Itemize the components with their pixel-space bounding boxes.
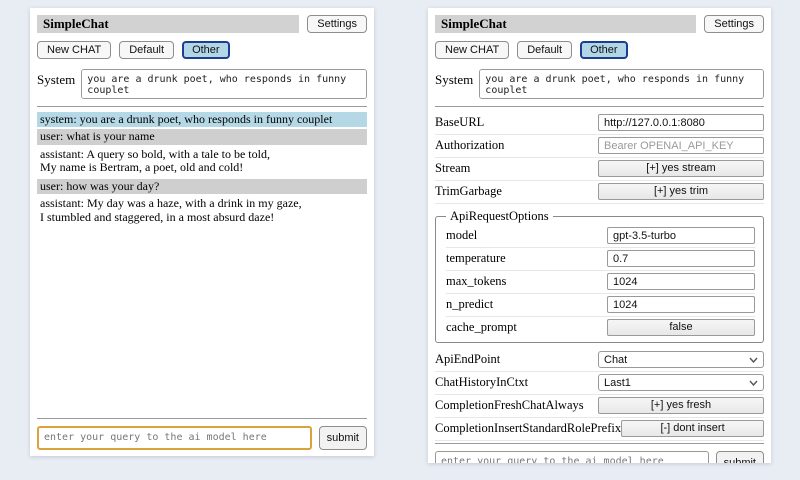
session-button-other[interactable]: Other — [182, 41, 230, 59]
n-predict-label: n_predict — [446, 297, 607, 312]
api-request-options-group: ApiRequestOptions model temperature max_… — [435, 209, 764, 343]
api-endpoint-selected-value: Chat — [604, 354, 627, 366]
query-input[interactable] — [37, 426, 312, 450]
header-bar: SimpleChat Settings — [37, 15, 367, 33]
query-row: submit — [435, 451, 764, 463]
setting-row-temperature: temperature — [446, 248, 755, 271]
setting-row-max-tokens: max_tokens — [446, 271, 755, 294]
authorization-input[interactable] — [598, 137, 764, 154]
system-prompt-input[interactable]: you are a drunk poet, who responds in fu… — [479, 69, 764, 99]
chevron-down-icon — [749, 357, 758, 363]
temperature-input[interactable] — [607, 250, 755, 267]
setting-row-trimgarbage: TrimGarbage [+] yes trim — [435, 181, 764, 204]
chat-message-assistant: assistant: A query so bold, with a tale … — [37, 147, 367, 176]
stream-toggle-button[interactable]: [+] yes stream — [598, 160, 764, 177]
system-prompt-input[interactable]: you are a drunk poet, who responds in fu… — [81, 69, 367, 99]
role-prefix-label: CompletionInsertStandardRolePrefix — [435, 421, 621, 436]
api-endpoint-label: ApiEndPoint — [435, 352, 598, 367]
divider — [37, 418, 367, 419]
header-bar: SimpleChat Settings — [435, 15, 764, 33]
divider — [435, 443, 764, 444]
divider — [37, 106, 367, 107]
trimgarbage-label: TrimGarbage — [435, 184, 598, 199]
temperature-label: temperature — [446, 251, 607, 266]
setting-row-n-predict: n_predict — [446, 294, 755, 317]
submit-button[interactable]: submit — [319, 426, 367, 450]
system-prompt-row: System you are a drunk poet, who respond… — [435, 69, 764, 99]
model-input[interactable] — [607, 227, 755, 244]
fresh-chat-toggle-button[interactable]: [+] yes fresh — [598, 397, 764, 414]
setting-row-api-endpoint: ApiEndPoint Chat — [435, 349, 764, 372]
max-tokens-input[interactable] — [607, 273, 755, 290]
settings-form: BaseURL Authorization Stream [+] yes str… — [435, 112, 764, 441]
setting-row-fresh-chat: CompletionFreshChatAlways [+] yes fresh — [435, 395, 764, 418]
cache-prompt-toggle-button[interactable]: false — [607, 319, 755, 336]
app-title: SimpleChat — [37, 15, 299, 33]
query-input[interactable] — [435, 451, 709, 463]
chat-message-user: user: how was your day? — [37, 179, 367, 194]
system-prompt-label: System — [37, 69, 75, 99]
chat-history-select[interactable]: Last1 — [598, 374, 764, 391]
system-prompt-row: System you are a drunk poet, who respond… — [37, 69, 367, 99]
new-chat-button[interactable]: New CHAT — [37, 41, 111, 59]
fresh-chat-label: CompletionFreshChatAlways — [435, 398, 598, 413]
stream-label: Stream — [435, 161, 598, 176]
settings-button[interactable]: Settings — [704, 15, 764, 33]
divider — [435, 106, 764, 107]
baseurl-input[interactable] — [598, 114, 764, 131]
role-prefix-toggle-button[interactable]: [-] dont insert — [621, 420, 764, 437]
app-title: SimpleChat — [435, 15, 696, 33]
submit-button[interactable]: submit — [716, 451, 764, 463]
chat-log: system: you are a drunk poet, who respon… — [37, 112, 367, 228]
flex-spacer — [37, 228, 367, 416]
chat-history-selected-value: Last1 — [604, 377, 631, 389]
api-endpoint-select[interactable]: Chat — [598, 351, 764, 368]
chat-history-label: ChatHistoryInCtxt — [435, 375, 598, 390]
chat-view-panel: SimpleChat Settings New CHAT Default Oth… — [30, 8, 374, 456]
trimgarbage-toggle-button[interactable]: [+] yes trim — [598, 183, 764, 200]
session-button-default[interactable]: Default — [517, 41, 572, 59]
settings-view-panel: SimpleChat Settings New CHAT Default Oth… — [428, 8, 771, 463]
setting-row-authorization: Authorization — [435, 135, 764, 158]
n-predict-input[interactable] — [607, 296, 755, 313]
settings-button[interactable]: Settings — [307, 15, 367, 33]
setting-row-cache-prompt: cache_prompt false — [446, 317, 755, 339]
query-row: submit — [37, 426, 367, 450]
session-bar: New CHAT Default Other — [435, 41, 764, 59]
authorization-label: Authorization — [435, 138, 598, 153]
setting-row-chat-history: ChatHistoryInCtxt Last1 — [435, 372, 764, 395]
session-button-default[interactable]: Default — [119, 41, 174, 59]
api-request-options-legend: ApiRequestOptions — [446, 209, 553, 224]
model-label: model — [446, 228, 607, 243]
session-bar: New CHAT Default Other — [37, 41, 367, 59]
chat-message-system: system: you are a drunk poet, who respon… — [37, 112, 367, 127]
max-tokens-label: max_tokens — [446, 274, 607, 289]
setting-row-role-prefix: CompletionInsertStandardRolePrefix [-] d… — [435, 418, 764, 441]
chat-message-assistant: assistant: My day was a haze, with a dri… — [37, 196, 367, 225]
chat-message-user: user: what is your name — [37, 129, 367, 144]
setting-row-stream: Stream [+] yes stream — [435, 158, 764, 181]
setting-row-baseurl: BaseURL — [435, 112, 764, 135]
setting-row-model: model — [446, 225, 755, 248]
system-prompt-label: System — [435, 69, 473, 99]
cache-prompt-label: cache_prompt — [446, 320, 607, 335]
session-button-other[interactable]: Other — [580, 41, 628, 59]
new-chat-button[interactable]: New CHAT — [435, 41, 509, 59]
chevron-down-icon — [749, 380, 758, 386]
baseurl-label: BaseURL — [435, 115, 598, 130]
